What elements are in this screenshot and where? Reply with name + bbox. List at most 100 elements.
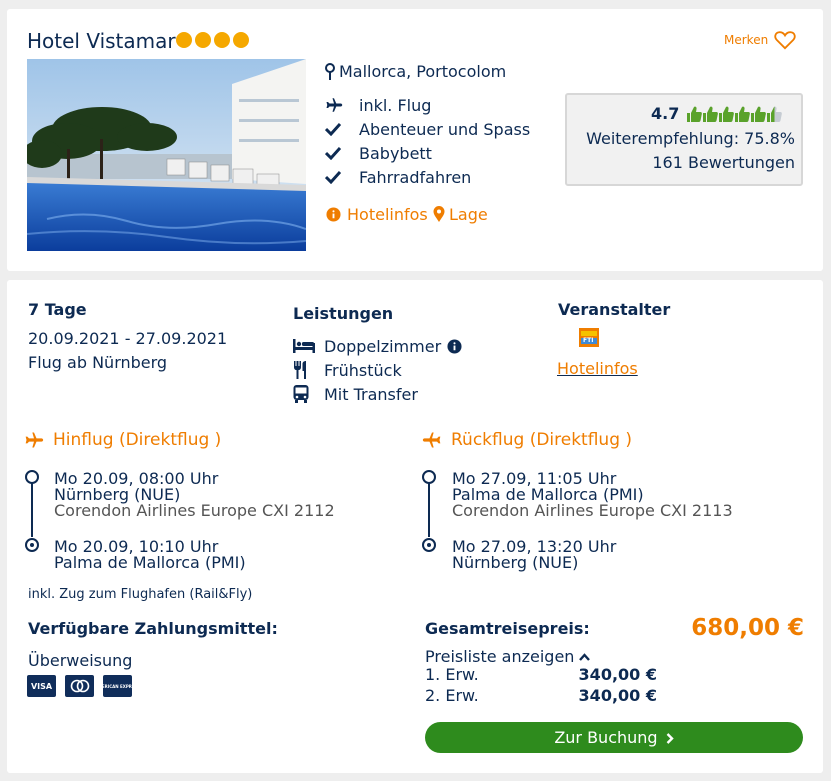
feature-label: Fahrradfahren	[359, 167, 472, 187]
payment-method: Überweisung	[28, 651, 133, 670]
visa-icon: VISA	[27, 675, 56, 697]
return-arr-airport: Nürnberg (NUE)	[452, 553, 579, 572]
price-row: 1. Erw. 340,00 €	[425, 665, 657, 684]
price-title: Gesamtreisepreis:	[425, 619, 590, 638]
price-row-value: 340,00 €	[578, 686, 657, 705]
payment-title: Verfügbare Zahlungsmittel:	[28, 619, 278, 638]
trip-dates: 20.09.2021 - 27.09.2021	[28, 329, 228, 348]
recommendation: Weiterempfehlung: 75.8%	[586, 129, 795, 148]
service-label: Frühstück	[324, 360, 402, 380]
price-row-label: 1. Erw.	[425, 665, 479, 684]
operator-link-label: Hotelinfos	[557, 359, 638, 378]
mastercard-icon	[65, 675, 94, 697]
thumb-up-icon	[751, 106, 767, 122]
amex-icon: AMERICAN EXPRESS	[95, 675, 140, 697]
svg-text:FTI: FTI	[583, 337, 593, 344]
map-pin-icon	[433, 206, 445, 223]
location: Mallorca, Portocolom	[325, 62, 506, 81]
trip-card: 7 Tage 20.09.2021 - 27.09.2021 Flug ab N…	[7, 280, 823, 773]
hotel-title[interactable]: Hotel Vistamar	[27, 29, 176, 53]
price-row-value: 340,00 €	[578, 665, 657, 684]
departure-dot	[422, 470, 436, 484]
return-airline: Corendon Airlines Europe CXI 2113	[452, 501, 733, 520]
return-title: Rückflug (Direktflug )	[451, 430, 633, 450]
check-icon	[325, 170, 359, 184]
price-list-toggle[interactable]: Preisliste anzeigen	[425, 647, 591, 666]
feature-item: Abenteuer und Spass	[325, 117, 530, 141]
price-list-label: Preisliste anzeigen	[425, 647, 575, 666]
plane-icon	[24, 430, 44, 450]
feature-item: inkl. Flug	[325, 93, 530, 117]
bus-icon	[293, 385, 324, 403]
star-icon	[176, 32, 192, 48]
thumb-up-icon	[719, 106, 735, 122]
plane-return-icon	[422, 430, 442, 450]
lage-link[interactable]: Lage	[433, 205, 488, 224]
trip-departure: Flug ab Nürnberg	[28, 353, 168, 372]
merken-label: Merken	[724, 33, 769, 47]
payment-cards: VISA AMERICAN EXPRESS	[27, 675, 140, 697]
amex-label: AMERICAN EXPRESS	[94, 683, 141, 689]
book-button[interactable]: Zur Buchung	[425, 722, 803, 753]
feature-label: Abenteuer und Spass	[359, 119, 531, 139]
feature-item: Babybett	[325, 141, 530, 165]
service-item: Mit Transfer	[293, 383, 418, 405]
service-label: Mit Transfer	[324, 384, 418, 404]
thumb-up-icon	[687, 106, 703, 122]
heart-icon	[774, 30, 796, 50]
thumbs-rating	[687, 106, 783, 122]
operator-hotelinfos-link[interactable]: Hotelinfos	[557, 359, 638, 378]
cutlery-icon	[293, 361, 324, 379]
service-item: Doppelzimmer	[293, 335, 462, 357]
feature-label: inkl. Flug	[359, 95, 432, 115]
price-row-label: 2. Erw.	[425, 686, 479, 705]
book-label: Zur Buchung	[554, 728, 658, 747]
operator-title: Veranstalter	[558, 300, 671, 319]
arrival-dot	[25, 538, 39, 552]
services-title: Leistungen	[293, 304, 394, 323]
visa-label: VISA	[30, 681, 53, 691]
merken-button[interactable]: Merken	[724, 30, 796, 50]
thumb-up-icon	[767, 106, 783, 122]
chevron-right-icon	[666, 733, 674, 744]
hotelinfos-link[interactable]: Hotelinfos	[326, 205, 428, 224]
info-icon	[326, 207, 341, 222]
rating-box[interactable]: 4.7 Weiterempfehlung: 75.8% 161 Bewertun…	[565, 93, 803, 186]
service-label: Doppelzimmer	[324, 336, 442, 356]
feature-item: Fahrradfahren	[325, 165, 530, 189]
star-icon	[214, 32, 230, 48]
plane-icon	[325, 96, 359, 114]
lage-label: Lage	[449, 205, 488, 224]
chevron-up-icon	[579, 652, 591, 661]
total-price: 680,00 €	[691, 615, 804, 641]
check-icon	[325, 122, 359, 136]
review-count: 161 Bewertungen	[652, 153, 795, 172]
service-item: Frühstück	[293, 359, 402, 381]
return-timeline	[428, 477, 430, 537]
info-icon[interactable]	[447, 338, 462, 354]
thumb-up-icon	[735, 106, 751, 122]
hotel-image[interactable]	[27, 59, 306, 251]
trip-duration: 7 Tage	[28, 300, 87, 319]
check-icon	[325, 146, 359, 160]
rail-note: inkl. Zug zum Flughafen (Rail&Fly)	[28, 587, 253, 602]
star-icon	[195, 32, 211, 48]
return-header: Rückflug (Direktflug )	[422, 430, 632, 450]
hotel-stars	[176, 32, 249, 48]
outbound-arr-airport: Palma de Mallorca (PMI)	[54, 553, 246, 572]
pin-icon	[325, 62, 335, 81]
thumb-up-icon	[703, 106, 719, 122]
outbound-airline: Corendon Airlines Europe CXI 2112	[54, 501, 335, 520]
arrival-dot	[422, 538, 436, 552]
feature-list: inkl. Flug Abenteuer und Spass Babybett …	[325, 93, 530, 189]
location-text: Mallorca, Portocolom	[339, 62, 507, 81]
operator-logo: FTI	[579, 328, 599, 347]
hotelinfos-label: Hotelinfos	[347, 205, 428, 224]
feature-label: Babybett	[359, 143, 432, 163]
hotel-card: Hotel Vistamar Merken Mallorca, Portocol…	[7, 9, 823, 271]
outbound-title: Hinflug (Direktflug )	[53, 430, 222, 450]
outbound-header: Hinflug (Direktflug )	[24, 430, 221, 450]
bed-icon	[293, 339, 324, 353]
departure-dot	[25, 470, 39, 484]
price-row: 2. Erw. 340,00 €	[425, 686, 657, 705]
